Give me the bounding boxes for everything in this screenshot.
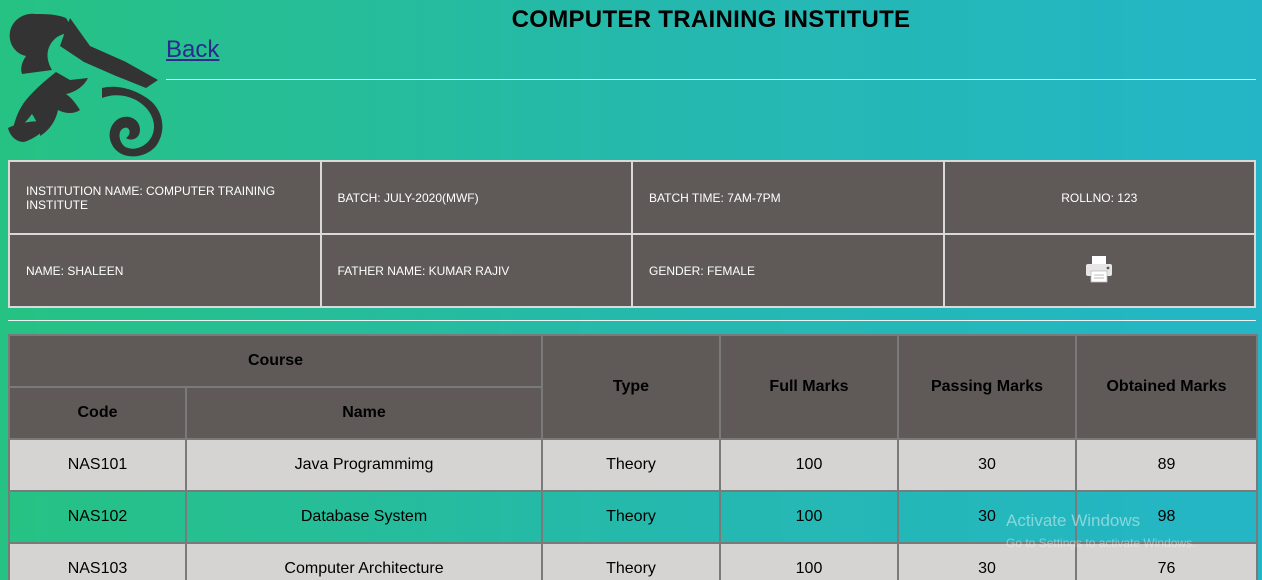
- student-info-table: INSTITUTION NAME: COMPUTER TRAINING INST…: [8, 160, 1256, 308]
- table-row: NAS101 Java Programmimg Theory 100 30 89: [8, 438, 1258, 492]
- print-cell: [942, 233, 1256, 308]
- page-title: COMPUTER TRAINING INSTITUTE: [511, 6, 911, 33]
- name-header: Name: [185, 386, 543, 440]
- full-marks: 100: [719, 490, 899, 544]
- course-name: Database System: [185, 490, 543, 544]
- course-type: Theory: [541, 542, 721, 580]
- printer-icon[interactable]: [1084, 255, 1114, 283]
- full-marks: 100: [719, 438, 899, 492]
- course-name: Java Programmimg: [185, 438, 543, 492]
- table-row: NAS103 Computer Architecture Theory 100 …: [8, 542, 1258, 580]
- obtained-marks: 89: [1075, 438, 1258, 492]
- back-link[interactable]: Back: [166, 36, 219, 64]
- passing-marks: 30: [897, 490, 1077, 544]
- course-code: NAS102: [8, 490, 187, 544]
- course-header: Course: [8, 334, 543, 388]
- section-divider: [8, 320, 1256, 321]
- course-code: NAS103: [8, 542, 187, 580]
- code-header: Code: [8, 386, 187, 440]
- passing-marks: 30: [897, 542, 1077, 580]
- full-marks-header: Full Marks: [719, 334, 899, 440]
- gender-cell: GENDER: FEMALE: [631, 233, 945, 308]
- full-marks: 100: [719, 542, 899, 580]
- batch-cell: BATCH: JULY-2020(MWF): [319, 160, 633, 235]
- obtained-marks-header: Obtained Marks: [1075, 334, 1258, 440]
- table-row: NAS102 Database System Theory 100 30 98: [8, 490, 1258, 544]
- header-divider: [166, 79, 1256, 80]
- passing-marks-header: Passing Marks: [897, 334, 1077, 440]
- obtained-marks: 98: [1075, 490, 1258, 544]
- institution-name-cell: INSTITUTION NAME: COMPUTER TRAINING INST…: [8, 160, 322, 235]
- passing-marks: 30: [897, 438, 1077, 492]
- rollno-cell: ROLLNO: 123: [942, 160, 1256, 235]
- obtained-marks: 76: [1075, 542, 1258, 580]
- student-name-cell: NAME: SHALEEN: [8, 233, 322, 308]
- scroll-logo-icon: [8, 13, 163, 157]
- father-name-cell: FATHER NAME: KUMAR RAJIV: [319, 233, 633, 308]
- course-type: Theory: [541, 438, 721, 492]
- type-header: Type: [541, 334, 721, 440]
- batch-time-cell: BATCH TIME: 7AM-7PM: [631, 160, 945, 235]
- course-type: Theory: [541, 490, 721, 544]
- marks-table: Course Type Full Marks Passing Marks Obt…: [8, 334, 1258, 580]
- course-code: NAS101: [8, 438, 187, 492]
- course-name: Computer Architecture: [185, 542, 543, 580]
